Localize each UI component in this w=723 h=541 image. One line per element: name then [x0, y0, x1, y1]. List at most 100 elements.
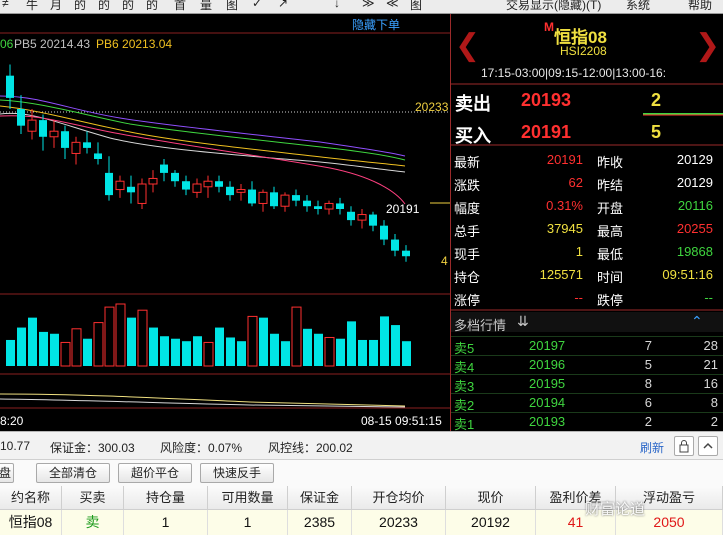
toolbar-button-11[interactable]: ✓	[252, 0, 262, 10]
toolbar-button-4[interactable]: 的	[74, 0, 86, 13]
column-header[interactable]: 保证金	[288, 486, 352, 510]
depth-qty: 6	[644, 395, 652, 410]
candle-body	[61, 131, 69, 148]
menu-system[interactable]: 系统	[626, 0, 650, 13]
main-contract-marker: M	[544, 20, 554, 34]
candle-body	[17, 109, 25, 126]
toolbar-button-13[interactable]: ↓	[334, 0, 340, 10]
menu-help[interactable]: 帮助	[688, 0, 712, 13]
double-chevron-down-icon[interactable]: ⇊	[517, 313, 529, 330]
volume-bar	[281, 341, 290, 366]
toolbar-button-7[interactable]: 的	[146, 0, 158, 13]
depth-price: 20194	[529, 395, 566, 410]
toolbar-button-1[interactable]: ≠	[2, 0, 9, 10]
candle-body	[292, 195, 300, 201]
volume-bar	[50, 333, 59, 366]
candle-body	[258, 191, 268, 204]
candle-body	[71, 141, 81, 154]
quick-reverse-button[interactable]: 快速反手	[200, 463, 274, 483]
volume-bar	[347, 321, 356, 366]
candle-body	[391, 239, 399, 251]
toolbar-button-6[interactable]: 的	[122, 0, 134, 13]
candle-body	[248, 189, 256, 204]
toolbar-button-9[interactable]: 量	[200, 0, 212, 13]
refresh-link[interactable]: 刷新	[640, 439, 664, 456]
column-header[interactable]: 开仓均价	[352, 486, 446, 510]
column-header[interactable]: 现价	[446, 486, 536, 510]
volume-bar	[336, 338, 345, 366]
close-all-button[interactable]: 全部清仓	[36, 463, 110, 483]
ref-price-label: 20233	[415, 100, 449, 114]
collapse-icon[interactable]	[698, 436, 718, 456]
stat-label: 时间	[597, 270, 624, 285]
candle-body	[314, 206, 322, 209]
candle-body	[192, 183, 202, 193]
chevron-up-icon[interactable]: ⌃	[691, 313, 703, 330]
risk-degree: 风险度：0.07%	[160, 441, 243, 455]
ma-line-green	[0, 99, 406, 161]
stat-label: 开盘	[597, 201, 624, 216]
volume-bars-group	[6, 303, 411, 367]
depth-title: 多档行情	[454, 318, 507, 333]
toolbar-button-3[interactable]: 月	[50, 0, 62, 13]
candle-body	[94, 153, 102, 159]
volume-bar	[358, 339, 367, 366]
toolbar-button-16[interactable]: 图	[410, 0, 422, 13]
menu-trade-display[interactable]: 交易显示(隐藏)(T)	[506, 0, 601, 13]
stat-label: 最新	[454, 155, 481, 170]
volume-bar	[303, 328, 312, 366]
column-header[interactable]: 买卖	[62, 486, 124, 510]
table-cell: 恒指08	[0, 510, 62, 535]
toolbar-button-5[interactable]: 的	[98, 0, 110, 13]
kline-chart[interactable]: 隐藏下单 06 PB5 20214.43 PB6 20213.04 20233 …	[0, 14, 450, 431]
contract-code: HSI2208	[560, 44, 607, 58]
toolbar-button-10[interactable]: 图	[226, 0, 238, 13]
candle-body	[127, 186, 135, 193]
depth-qty: 2	[644, 414, 652, 429]
column-header[interactable]: 可用数量	[208, 486, 288, 510]
depth-row[interactable]: 卖2 20194 6 8	[451, 393, 723, 413]
volume-bar	[203, 341, 214, 367]
volume-bar	[314, 333, 323, 366]
stat-value: 125571	[539, 267, 583, 282]
ma-line-purple	[0, 95, 406, 157]
ma-line-yellow	[0, 105, 406, 167]
stat-label: 最低	[597, 247, 624, 262]
hide-order-link[interactable]: 隐藏下单	[352, 16, 400, 33]
over-price-close-button[interactable]: 超价平仓	[118, 463, 192, 483]
sell-price[interactable]: 20193	[521, 90, 571, 111]
column-header[interactable]: 持仓量	[124, 486, 208, 510]
buy-qty: 5	[651, 122, 662, 142]
toolbar-button-8[interactable]: 首	[174, 0, 186, 13]
stat-value: 20129	[676, 175, 713, 190]
prev-contract-icon[interactable]: ❮	[455, 28, 480, 63]
toolbar-button-2[interactable]: 牛	[26, 0, 38, 13]
volume-bar	[193, 336, 202, 366]
stat-value: 20191	[546, 152, 583, 167]
volume-bar	[93, 322, 104, 367]
depth-row[interactable]: 卖4 20196 5 21	[451, 355, 723, 375]
buy-price[interactable]: 20191	[521, 122, 571, 143]
toolbar-button-12[interactable]: ↗	[278, 0, 288, 10]
next-contract-icon[interactable]: ❯	[695, 28, 720, 63]
candle-body	[369, 214, 377, 226]
depth-row[interactable]: 卖3 20195 8 16	[451, 374, 723, 394]
depth-header: 多档行情 ⇊ ⌃	[451, 312, 723, 333]
positions-tab[interactable]: 盘	[0, 463, 14, 483]
depth-row[interactable]: 卖1 20193 2 2	[451, 412, 723, 432]
toolbar-button-15[interactable]: ≪	[386, 0, 399, 10]
column-header[interactable]: 约名称	[0, 486, 62, 510]
toolbar-button-14[interactable]: ≫	[362, 0, 375, 10]
volume-bar	[6, 339, 15, 366]
volume-bar	[137, 309, 148, 367]
candle-body	[83, 142, 91, 148]
depth-row[interactable]: 卖5 20197 7 28	[451, 336, 723, 356]
lock-icon[interactable]	[674, 436, 694, 456]
candle-body	[160, 164, 168, 173]
action-button-row: 盘 全部清仓 超价平仓 快速反手	[0, 459, 723, 486]
trading-window: ≠ 牛 月 的 的 的 的 首 量 图 ✓ ↗ ↓ ≫ ≪ 图 交易显示(隐藏)…	[0, 0, 723, 541]
stat-value: --	[574, 290, 583, 305]
candle-body	[115, 180, 125, 191]
buy-label: 买入	[455, 126, 491, 146]
volume-bar	[71, 328, 82, 367]
